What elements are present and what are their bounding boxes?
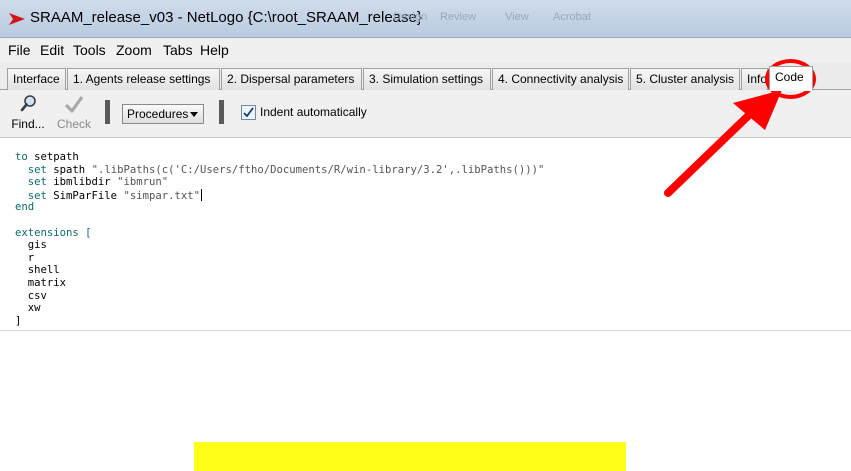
background-title-text: View (505, 11, 529, 23)
code-string: "ibmrun" (117, 176, 169, 189)
code-keyword: end (15, 201, 35, 214)
code-line: r (15, 252, 544, 265)
code-line: end (15, 201, 544, 214)
code-string: "simpar.txt" (123, 189, 200, 202)
toolbar-separator (219, 100, 224, 124)
code-text: to setpath set spath ".libPaths(c('C:/Us… (15, 151, 544, 327)
code-token: SimParFile (46, 189, 124, 202)
yellow-highlight-bar (194, 442, 626, 471)
tab-connectivity-analysis[interactable]: 4. Connectivity analysis (492, 68, 629, 90)
code-line: xw (15, 302, 544, 315)
indent-label: Indent automatically (260, 105, 367, 119)
check-label: Check (56, 117, 91, 131)
tab-simulation-settings[interactable]: 3. Simulation settings (363, 68, 491, 90)
code-token: shell (15, 264, 60, 277)
code-line: set SimParFile "simpar.txt" (15, 188, 544, 202)
code-keyword: [ (85, 226, 92, 239)
menu-zoom[interactable]: Zoom (116, 42, 152, 58)
tab-dispersal-parameters[interactable]: 2. Dispersal parameters (221, 68, 362, 90)
tab-code[interactable]: Code (769, 66, 813, 91)
code-line: matrix (15, 277, 544, 290)
indent-checkbox[interactable] (241, 105, 256, 120)
tab-bar: Interface 1. Agents release settings 2. … (0, 63, 851, 91)
code-token: spath (46, 163, 92, 176)
background-title-text: Design (393, 11, 428, 23)
checkmark-icon (64, 96, 84, 113)
procedures-dropdown[interactable]: Procedures (122, 104, 204, 124)
code-line: set ibmlibdir "ibmrun" (15, 176, 544, 189)
code-line: shell (15, 264, 544, 277)
checkbox-check-icon (243, 107, 254, 118)
tab-interface[interactable]: Interface (7, 68, 66, 90)
code-token: ] (15, 314, 22, 327)
window-title: SRAAM_release_v03 - NetLogo {C:\root_SRA… (30, 9, 422, 26)
code-line: to setpath (15, 151, 544, 164)
menu-file[interactable]: File (8, 42, 31, 58)
text-cursor (201, 188, 202, 201)
code-line: gis (15, 239, 544, 252)
code-line: csv (15, 290, 544, 303)
code-keyword: set (27, 189, 47, 202)
menu-help[interactable]: Help (200, 42, 229, 58)
code-token: xw (15, 302, 41, 315)
title-bar: SRAAM_release_v03 - NetLogo {C:\root_SRA… (0, 0, 851, 38)
tab-agents-release-settings[interactable]: 1. Agents release settings (67, 68, 220, 90)
toolbar-separator (105, 100, 110, 124)
check-button[interactable]: Check (54, 92, 94, 134)
dropdown-arrow-icon (190, 112, 198, 117)
code-token: setpath (34, 151, 79, 163)
code-line: set spath ".libPaths(c('C:/Users/ftho/Do… (15, 163, 545, 177)
find-button[interactable]: Find... (8, 92, 48, 134)
magnifier-icon (20, 95, 36, 112)
code-token: r (15, 251, 35, 264)
find-label: Find... (11, 117, 45, 131)
menu-tools[interactable]: Tools (73, 42, 106, 58)
netlogo-window: SRAAM_release_v03 - NetLogo {C:\root_SRA… (0, 0, 851, 331)
tab-cluster-analysis[interactable]: 5. Cluster analysis (630, 68, 740, 90)
code-keyword: to (15, 151, 35, 163)
menu-bar: File Edit Tools Zoom Tabs Help (0, 38, 851, 63)
netlogo-logo-icon (9, 13, 25, 25)
procedures-label: Procedures (127, 107, 189, 121)
background-title-text: Review (440, 11, 477, 23)
code-token: matrix (15, 276, 67, 289)
menu-tabs[interactable]: Tabs (163, 42, 193, 58)
code-keyword: set (27, 163, 47, 176)
code-toolbar: Find... Check Procedures Indent automati… (0, 90, 851, 138)
background-title-text: Acrobat (553, 11, 591, 23)
code-line: ] (15, 315, 544, 328)
code-string: ".libPaths(c('C:/Users/ftho/Documents/R/… (91, 163, 545, 176)
code-token: csv (15, 289, 47, 302)
code-keyword: extensions (15, 226, 79, 239)
code-keyword: set (27, 176, 47, 189)
menu-edit[interactable]: Edit (40, 42, 64, 58)
code-token: gis (15, 239, 47, 252)
code-token: ibmlibdir (46, 176, 118, 189)
code-editor[interactable]: to setpath set spath ".libPaths(c('C:/Us… (0, 138, 851, 331)
tab-info[interactable]: Info (741, 68, 768, 90)
code-line: extensions [ (15, 227, 544, 240)
